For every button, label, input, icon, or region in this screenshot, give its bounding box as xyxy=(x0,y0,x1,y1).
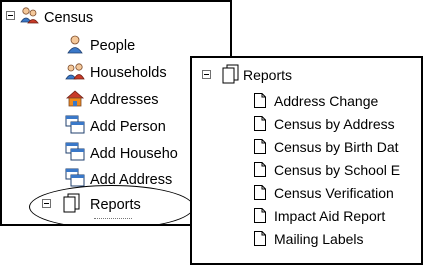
reports-tree-panel: Reports Address Change Census by Address… xyxy=(190,56,423,265)
document-icon xyxy=(254,231,266,246)
tree-item-addresses[interactable]: Addresses xyxy=(90,89,159,111)
report-item-label: Address Change xyxy=(274,93,379,109)
tree-item-label: Add Person xyxy=(90,118,166,135)
tree-item-label: People xyxy=(90,37,136,54)
report-item-address-change[interactable]: Address Change xyxy=(274,90,378,112)
document-icon xyxy=(254,162,266,177)
reports-root-label: Reports xyxy=(243,67,293,83)
report-item-census-by-address[interactable]: Census by Address xyxy=(274,113,395,135)
census-icon xyxy=(20,7,39,24)
report-item-label: Impact Aid Report xyxy=(274,208,386,224)
tree-item-add-household[interactable]: Add Househo xyxy=(90,143,178,165)
house-icon xyxy=(65,90,85,107)
document-icon xyxy=(254,208,266,223)
tree-item-households[interactable]: Households xyxy=(90,62,167,84)
tree-item-label: Households xyxy=(90,64,167,81)
household-icon xyxy=(65,63,85,80)
tree-item-label: Addresses xyxy=(90,91,159,108)
person-icon xyxy=(67,35,83,54)
tree-item-people[interactable]: People xyxy=(90,35,135,57)
census-root-label: Census xyxy=(44,9,94,26)
census-root-node[interactable]: Census xyxy=(44,7,93,29)
collapse-reports-toggle[interactable] xyxy=(202,70,211,79)
document-icon xyxy=(254,93,266,108)
tree-item-add-person[interactable]: Add Person xyxy=(90,116,166,138)
add-window-icon xyxy=(65,168,85,187)
collapse-census-toggle[interactable] xyxy=(6,11,15,20)
add-window-icon xyxy=(65,115,85,134)
report-item-census-verification[interactable]: Census Verification xyxy=(274,182,394,204)
report-item-label: Census by Birth Dat xyxy=(274,139,399,155)
document-icon xyxy=(254,185,266,200)
reports-highlight-ellipse xyxy=(29,185,194,224)
add-window-icon xyxy=(65,142,85,161)
report-item-impact-aid-report[interactable]: Impact Aid Report xyxy=(274,205,385,227)
report-item-mailing-labels[interactable]: Mailing Labels xyxy=(274,228,364,250)
reports-root-node[interactable]: Reports xyxy=(243,64,292,86)
report-item-census-by-birth-date[interactable]: Census by Birth Dat xyxy=(274,136,399,158)
report-folder-icon xyxy=(222,64,239,84)
report-item-census-by-school[interactable]: Census by School E xyxy=(274,159,400,181)
report-item-label: Census by Address xyxy=(274,116,395,132)
tree-item-label: Add Househo xyxy=(90,145,178,162)
document-icon xyxy=(254,139,266,154)
report-item-label: Census Verification xyxy=(274,185,394,201)
report-item-label: Census by School E xyxy=(274,162,401,178)
report-item-label: Mailing Labels xyxy=(274,231,364,247)
document-icon xyxy=(254,116,266,131)
